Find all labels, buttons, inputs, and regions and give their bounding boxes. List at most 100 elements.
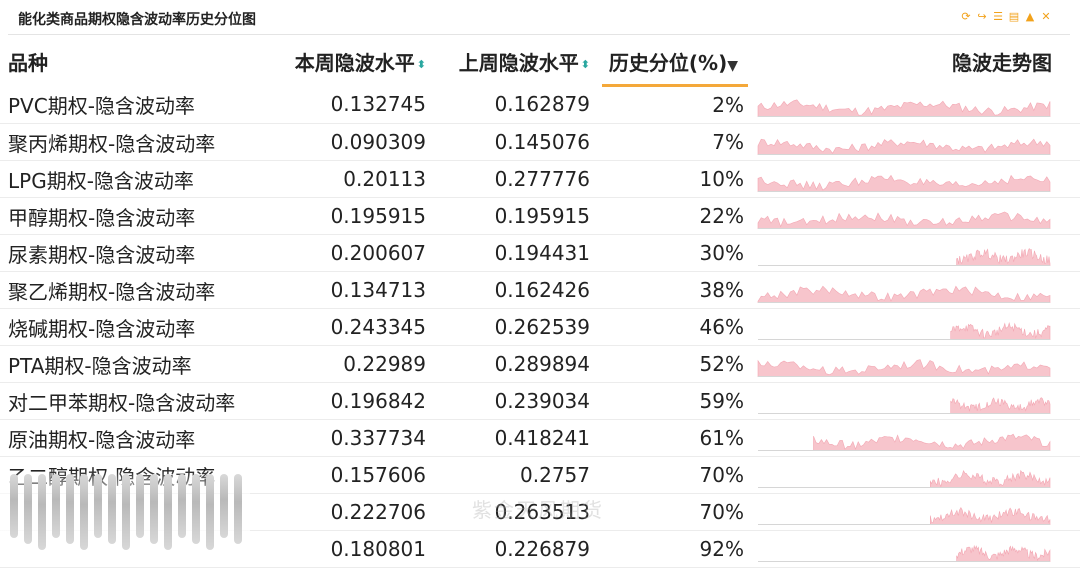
sparkline-area: [956, 544, 1051, 562]
row-percentile-value: 92%: [602, 530, 748, 568]
table-row[interactable]: 对二甲苯期权-隐含波动率 0.196842 0.239034 59%: [0, 382, 1080, 420]
chart-title: 能化类商品期权隐含波动率历史分位图: [18, 12, 256, 28]
redaction-stripe: [24, 474, 32, 544]
sort-icon[interactable]: ⬍: [581, 58, 590, 71]
document-icon[interactable]: ▤: [1008, 11, 1020, 23]
row-this-week-value: 0.22989: [272, 345, 438, 383]
volatility-sparkline: [757, 99, 1051, 118]
sparkline-area: [757, 285, 1051, 303]
list-icon[interactable]: ☰: [992, 11, 1004, 23]
column-header-last-week[interactable]: 上周隐波水平 ⬍: [438, 38, 602, 86]
row-sparkline-cell: [748, 456, 1080, 494]
row-name: LPG期权-隐含波动率: [0, 160, 272, 198]
row-last-week-value: 0.239034: [438, 382, 602, 420]
row-sparkline-cell: [748, 234, 1080, 272]
table-row[interactable]: 烧碱期权-隐含波动率 0.243345 0.262539 46%: [0, 308, 1080, 346]
row-this-week-value: 0.222706: [272, 493, 438, 531]
table-row[interactable]: 原油期权-隐含波动率 0.337734 0.418241 61%: [0, 419, 1080, 457]
header-divider: [8, 34, 1070, 35]
volatility-sparkline: [757, 174, 1051, 192]
table-row[interactable]: 尿素期权-隐含波动率 0.200607 0.194431 30%: [0, 234, 1080, 272]
sort-icon[interactable]: ⬍: [417, 58, 426, 71]
column-header-percentile[interactable]: 历史分位(%)▼: [602, 38, 748, 87]
row-this-week-value: 0.090309: [272, 123, 438, 161]
row-this-week-value: 0.134713: [272, 271, 438, 309]
row-percentile-value: 7%: [602, 123, 748, 161]
table-row[interactable]: 甲醇期权-隐含波动率 0.195915 0.195915 22%: [0, 197, 1080, 235]
sparkline-area: [757, 138, 1051, 155]
row-last-week-value: 0.194431: [438, 234, 602, 272]
row-percentile-value: 61%: [602, 419, 748, 457]
redaction-stripe: [52, 474, 60, 538]
row-this-week-value: 0.196842: [272, 382, 438, 420]
row-this-week-value: 0.180801: [272, 530, 438, 568]
redaction-stripe: [164, 474, 172, 550]
row-this-week-value: 0.195915: [272, 197, 438, 235]
bell-icon[interactable]: ▲: [1024, 11, 1036, 23]
row-percentile-value: 52%: [602, 345, 748, 383]
volatility-sparkline: [758, 469, 1051, 488]
table-row[interactable]: 聚乙烯期权-隐含波动率 0.134713 0.162426 38%: [0, 271, 1080, 309]
row-percentile-value: 30%: [602, 234, 748, 272]
row-sparkline-cell: [748, 382, 1080, 420]
share-icon[interactable]: ↪: [976, 11, 988, 23]
sparkline-area: [950, 397, 1051, 414]
row-sparkline-cell: [748, 271, 1080, 309]
redaction-stripe: [136, 474, 144, 538]
expand-icon[interactable]: ✕: [1040, 11, 1052, 23]
row-sparkline-cell: [748, 493, 1080, 531]
row-sparkline-cell: [748, 160, 1080, 198]
watermark: 紫金天风期货: [472, 498, 604, 522]
volatility-sparkline: [757, 138, 1051, 155]
chart-header: 能化类商品期权隐含波动率历史分位图 ⟳ ↪ ☰ ▤ ▲ ✕: [0, 0, 1080, 34]
redaction-stripe: [234, 474, 242, 544]
sort-descending-icon[interactable]: ▼: [727, 58, 738, 74]
redaction-stripe: [206, 474, 214, 550]
row-last-week-value: 0.162426: [438, 271, 602, 309]
volatility-sparkline: [758, 397, 1051, 414]
row-percentile-value: 38%: [602, 271, 748, 309]
row-name: PVC期权-隐含波动率: [0, 85, 272, 124]
column-header-this-week[interactable]: 本周隐波水平 ⬍: [272, 38, 438, 86]
redaction-stripe: [80, 474, 88, 550]
volatility-sparkline: [758, 506, 1051, 525]
row-percentile-value: 10%: [602, 160, 748, 198]
row-last-week-value: 0.162879: [438, 85, 602, 124]
row-percentile-value: 46%: [602, 308, 748, 346]
table-row[interactable]: 聚丙烯期权-隐含波动率 0.090309 0.145076 7%: [0, 123, 1080, 161]
row-this-week-value: 0.243345: [272, 308, 438, 346]
row-sparkline-cell: [748, 530, 1080, 568]
row-sparkline-cell: [748, 308, 1080, 346]
row-name: 聚丙烯期权-隐含波动率: [0, 123, 272, 161]
sparkline-area: [813, 433, 1051, 451]
column-header-name: 品种: [8, 51, 48, 76]
column-label-this-week: 本周隐波水平: [294, 51, 415, 76]
redaction-stripe: [94, 474, 102, 538]
toolbar: ⟳ ↪ ☰ ▤ ▲ ✕: [960, 11, 1052, 23]
row-name: 甲醇期权-隐含波动率: [0, 197, 272, 235]
row-sparkline-cell: [748, 419, 1080, 457]
row-name: 聚乙烯期权-隐含波动率: [0, 271, 272, 309]
table-row[interactable]: PTA期权-隐含波动率 0.22989 0.289894 52%: [0, 345, 1080, 383]
row-percentile-value: 70%: [602, 493, 748, 531]
row-sparkline-cell: [748, 85, 1080, 124]
row-percentile-value: 70%: [602, 456, 748, 494]
table-row[interactable]: PVC期权-隐含波动率 0.132745 0.162879 2%: [0, 85, 1080, 124]
redaction-stripe: [192, 474, 200, 544]
row-sparkline-cell: [748, 123, 1080, 161]
row-last-week-value: 0.418241: [438, 419, 602, 457]
row-last-week-value: 0.195915: [438, 197, 602, 235]
sparkline-area: [956, 248, 1051, 266]
row-this-week-value: 0.337734: [272, 419, 438, 457]
redaction-stripe: [178, 474, 186, 538]
row-last-week-value: 0.262539: [438, 308, 602, 346]
column-header-trend: 隐波走势图: [952, 51, 1052, 76]
redaction-stripe: [220, 474, 228, 538]
row-last-week-value: 0.277776: [438, 160, 602, 198]
redaction-stripe: [122, 474, 130, 550]
volatility-sparkline: [758, 433, 1051, 451]
table-row[interactable]: LPG期权-隐含波动率 0.20113 0.277776 10%: [0, 160, 1080, 198]
refresh-icon[interactable]: ⟳: [960, 11, 972, 23]
redaction-stripe: [10, 474, 18, 538]
volatility-sparkline: [757, 211, 1051, 229]
